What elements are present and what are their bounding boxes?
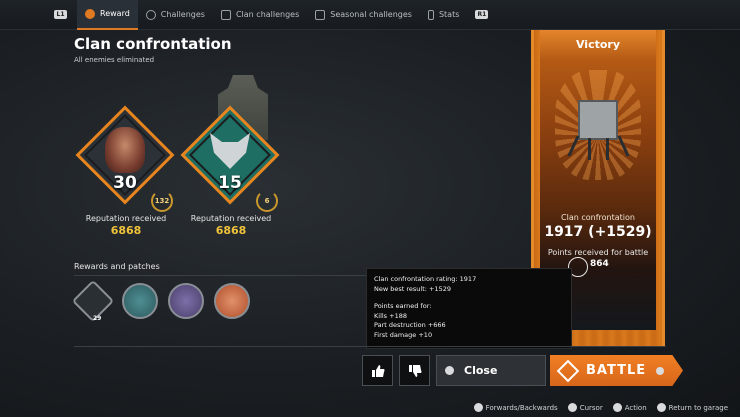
reward-count: 29 bbox=[93, 315, 102, 322]
top-nav: L1 Reward Challenges Clan challenges Sea… bbox=[0, 0, 740, 30]
stick-icon bbox=[567, 403, 577, 412]
player-card-1[interactable]: 30 132 bbox=[75, 105, 175, 212]
banner-received-label: Points received for battle bbox=[547, 248, 649, 257]
thumbs-up-icon bbox=[371, 364, 384, 377]
rep-value-2: 6868 bbox=[215, 224, 247, 237]
rep-label-1: Reputation received bbox=[85, 214, 167, 223]
player-card-2[interactable]: 15 6 bbox=[180, 105, 280, 212]
challenges-icon bbox=[145, 9, 156, 20]
reward-fist-patch-icon[interactable] bbox=[214, 283, 250, 319]
page-title: Clan confrontation bbox=[74, 35, 232, 53]
battle-label: BATTLE bbox=[586, 363, 647, 378]
victory-label: Victory bbox=[575, 38, 621, 51]
circle-button-icon bbox=[656, 403, 666, 412]
tooltip-earned-title: Points earned for: bbox=[374, 302, 432, 310]
like-button[interactable] bbox=[362, 355, 393, 386]
hint-action: Action bbox=[612, 403, 647, 412]
reward-icon bbox=[85, 8, 95, 19]
tab-clan-challenges[interactable]: Clan challenges bbox=[213, 0, 307, 30]
vehicle-icon bbox=[578, 100, 618, 140]
tab-stats[interactable]: Stats bbox=[420, 0, 467, 30]
l1-button-hint: L1 bbox=[54, 10, 67, 19]
tab-seasonal-challenges[interactable]: Seasonal challenges bbox=[307, 0, 420, 30]
hint-label: Cursor bbox=[579, 403, 603, 412]
close-label: Close bbox=[464, 364, 498, 377]
hint-label: Return to garage bbox=[668, 403, 728, 412]
vehicle-leg bbox=[588, 138, 591, 160]
tab-label: Challenges bbox=[160, 10, 205, 19]
dpad-icon bbox=[473, 403, 483, 412]
hint-forwards: Forwards/Backwards bbox=[473, 403, 558, 412]
rep-value-1: 6868 bbox=[110, 224, 142, 237]
player-portrait bbox=[105, 127, 145, 173]
rep-label-2: Reputation received bbox=[190, 214, 272, 223]
banner-mode-label: Clan confrontation bbox=[561, 213, 635, 222]
vehicle-leg bbox=[606, 138, 609, 160]
divider bbox=[74, 275, 374, 276]
tab-reward[interactable]: Reward bbox=[77, 0, 138, 30]
control-hints: Forwards/Backwards Cursor Action Return … bbox=[0, 398, 740, 417]
tab-label: Clan challenges bbox=[235, 10, 300, 19]
tooltip-best: New best result: +1529 bbox=[374, 284, 452, 293]
tooltip-kills: Kills +188 bbox=[374, 311, 407, 320]
tab-challenges[interactable]: Challenges bbox=[138, 0, 213, 30]
tooltip-parts: Part destruction +666 bbox=[374, 321, 446, 329]
divider bbox=[74, 346, 666, 347]
hint-label: Action bbox=[624, 403, 647, 412]
rewards-title: Rewards and patches bbox=[74, 262, 160, 271]
hint-return: Return to garage bbox=[656, 403, 728, 412]
battle-icon bbox=[556, 359, 580, 382]
player-badge: 132 bbox=[151, 190, 173, 212]
tooltip-rating: Clan confrontation rating: 1917 bbox=[374, 275, 477, 283]
clan-challenges-icon bbox=[220, 9, 231, 20]
page-subtitle: All enemies eliminated bbox=[74, 56, 155, 64]
cross-button-icon bbox=[612, 403, 622, 412]
tooltip: Clan confrontation rating: 1917 New best… bbox=[366, 268, 572, 349]
banner-received-value: 864 bbox=[590, 259, 609, 269]
reward-purple-patch-icon[interactable] bbox=[168, 283, 204, 319]
stats-icon bbox=[427, 9, 434, 20]
close-button[interactable]: Close bbox=[436, 355, 546, 386]
thumbs-down-icon bbox=[408, 364, 421, 377]
hint-label: Forwards/Backwards bbox=[485, 403, 558, 412]
reward-gear-patch-icon[interactable] bbox=[122, 283, 158, 319]
tab-label: Stats bbox=[438, 10, 460, 19]
options-button-icon bbox=[656, 366, 665, 375]
tooltip-first: First damage +10 bbox=[374, 330, 433, 339]
dislike-button[interactable] bbox=[399, 355, 430, 386]
r1-button-hint: R1 bbox=[475, 10, 489, 19]
battle-button[interactable]: BATTLE bbox=[550, 355, 683, 386]
banner-points: 1917 (+1529) bbox=[544, 224, 652, 240]
seasonal-challenges-icon bbox=[315, 9, 326, 20]
tab-label: Seasonal challenges bbox=[330, 10, 412, 19]
hint-cursor: Cursor bbox=[567, 403, 603, 412]
player-badge: 6 bbox=[256, 190, 278, 212]
circle-button-icon bbox=[445, 366, 454, 375]
tab-label: Reward bbox=[100, 9, 130, 18]
